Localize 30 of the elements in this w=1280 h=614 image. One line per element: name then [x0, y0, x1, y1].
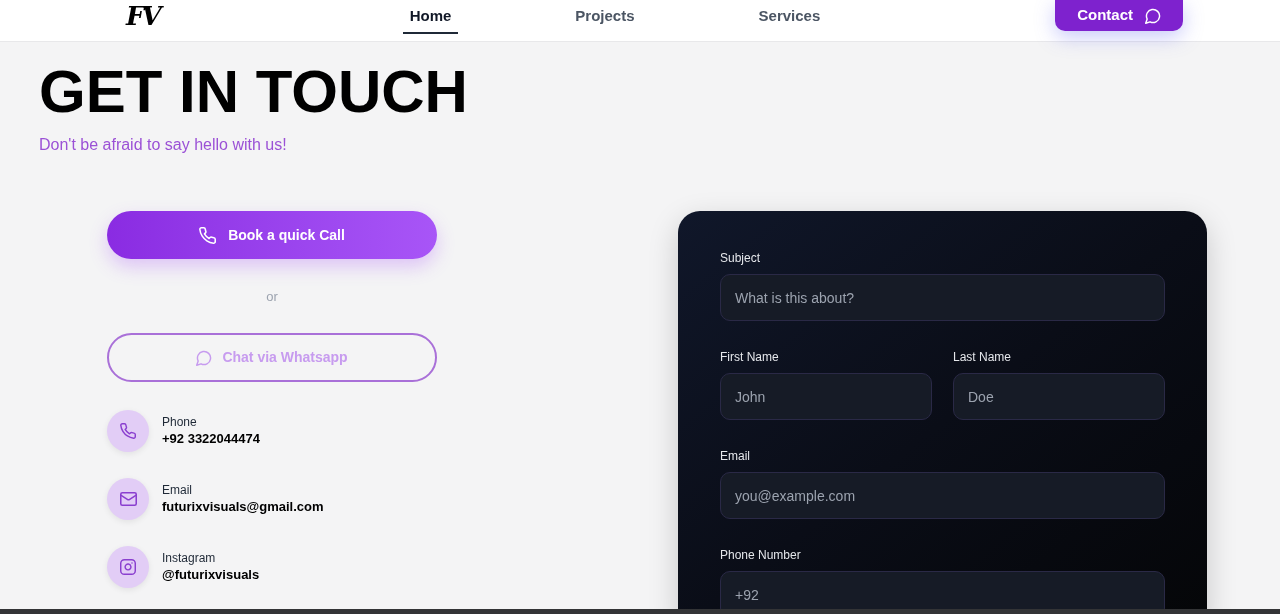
- input-field[interactable]: What is this about?: [720, 274, 1165, 321]
- book-call-button[interactable]: Book a quick Call: [107, 211, 437, 259]
- chat-bubble-icon: [196, 349, 213, 366]
- phone-icon: [199, 226, 217, 244]
- input-field[interactable]: you@example.com: [720, 472, 1165, 519]
- input-field[interactable]: Doe: [953, 373, 1165, 420]
- contact-value: futurixvisuals@gmail.com: [162, 498, 324, 516]
- envelope-icon: [107, 478, 149, 520]
- field-label: Last Name: [953, 349, 1012, 365]
- input-field[interactable]: +92: [720, 571, 1165, 609]
- contact-label: Instagram: [162, 550, 216, 566]
- contact-value: +92 3322044474: [162, 430, 260, 448]
- nav-link[interactable]: Services: [751, 0, 828, 34]
- input-field[interactable]: John: [720, 373, 932, 420]
- separator-text: or: [266, 288, 278, 306]
- chat-bubble-icon: [1145, 7, 1161, 24]
- field-label: Email: [720, 448, 750, 464]
- page-heading: GET IN TOUCH: [39, 62, 468, 122]
- nav-link[interactable]: Projects: [568, 0, 642, 34]
- nav-link[interactable]: Home: [402, 0, 459, 34]
- field-label: First Name: [720, 349, 779, 365]
- contact-value: @futurixvisuals: [162, 566, 260, 584]
- camera-icon: [107, 546, 149, 588]
- field-label: Subject: [720, 250, 761, 266]
- contact-button[interactable]: Contact: [1055, 0, 1183, 31]
- contact-label: Phone: [162, 414, 197, 430]
- field-label: Phone Number: [720, 547, 801, 563]
- phone-icon: [107, 410, 149, 452]
- subtitle: Don't be afraid to say hello with us!: [39, 135, 287, 155]
- contact-label: Email: [162, 482, 192, 498]
